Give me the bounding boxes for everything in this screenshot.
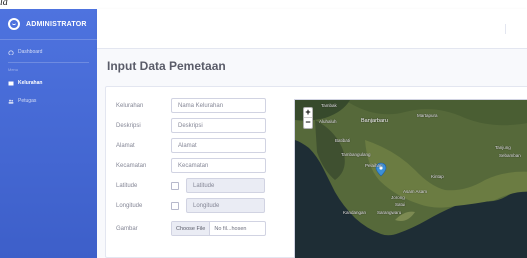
sidebar-item-kelurahan[interactable]: Kelurahan bbox=[0, 75, 97, 91]
zoom-control: + − bbox=[303, 107, 313, 129]
choose-file-button[interactable]: Choose File bbox=[172, 222, 211, 235]
kelurahan-input[interactable]: Nama Kelurahan bbox=[171, 98, 266, 113]
map-label-tambak: Tambak bbox=[321, 103, 337, 108]
map-label-pelaihari: Pelaihari bbox=[365, 163, 383, 168]
sidebar-brand[interactable]: ADMINISTRATOR bbox=[0, 9, 97, 40]
map-label-batibati: Batibati bbox=[335, 138, 351, 143]
map-label-aluhaluh: Aluhaluh bbox=[319, 119, 337, 124]
deskripsi-input[interactable]: Deskripsi bbox=[171, 118, 266, 133]
sidebar-item-label: Dashboard bbox=[18, 49, 43, 55]
form-row-kelurahan: Kelurahan Nama Kelurahan bbox=[116, 98, 266, 113]
sidebar-divider bbox=[8, 62, 89, 63]
map-label-kintap: Kintap bbox=[431, 174, 444, 179]
map-label-tanjung: Tanjung bbox=[495, 145, 511, 150]
map-label-sarangwaru: Sarangwaru bbox=[377, 210, 402, 215]
sidebar-item-label: Kelurahan bbox=[18, 80, 43, 86]
topbar bbox=[97, 9, 527, 49]
map-label-asamasam: Asam Asam bbox=[403, 189, 428, 194]
form-card: Kelurahan Nama Kelurahan Deskripsi Deskr… bbox=[105, 86, 527, 258]
sidebar-item-label: Petugas bbox=[18, 98, 37, 104]
form-row-alamat: Alamat Alamat bbox=[116, 138, 266, 153]
form-row-latitude: Latitude Latitude bbox=[116, 178, 266, 193]
map-label-banjarbaru: Banjarbaru bbox=[361, 118, 388, 124]
page-title: Input Data Pemetaan bbox=[107, 59, 226, 73]
alamat-input[interactable]: Alamat bbox=[171, 138, 266, 153]
map-label-kandangan: Kandangan bbox=[343, 210, 367, 215]
sidebar-heading: Menu bbox=[8, 67, 19, 72]
map-label-satui: Satui bbox=[395, 202, 406, 207]
form-row-gambar: Gambar Choose File No fil...hosen bbox=[116, 221, 266, 236]
kecamatan-input[interactable]: Kecamatan bbox=[171, 158, 266, 173]
longitude-input[interactable]: Longitude bbox=[186, 198, 265, 213]
form-row-kecamatan: Kecamatan Kecamatan bbox=[116, 158, 266, 173]
latitude-group: Latitude bbox=[171, 178, 266, 193]
smile-icon bbox=[8, 18, 20, 30]
latitude-checkbox[interactable] bbox=[171, 181, 179, 190]
longitude-group: Longitude bbox=[171, 198, 266, 213]
latitude-label: Latitude bbox=[116, 182, 138, 189]
kelurahan-label: Kelurahan bbox=[116, 102, 144, 109]
map-label-tambangulang: Tambangulang bbox=[341, 152, 371, 157]
map-view[interactable]: + − Tambak Martapura Aluhaluh Banjarbaru… bbox=[294, 99, 527, 258]
users-icon bbox=[8, 99, 14, 104]
sidebar-item-petugas[interactable]: Petugas bbox=[0, 93, 97, 109]
file-name-text: No fil...hosen bbox=[214, 225, 247, 232]
map-label-sebamban: Sebamban bbox=[499, 153, 521, 158]
main-content: Input Data Pemetaan Kelurahan Nama Kelur… bbox=[97, 49, 527, 258]
form-row-longitude: Longitude Longitude bbox=[116, 198, 266, 213]
map-label-martapura: Martapura bbox=[417, 113, 438, 118]
longitude-checkbox[interactable] bbox=[171, 201, 179, 210]
form-row-deskripsi: Deskripsi Deskripsi bbox=[116, 118, 266, 133]
dashboard-icon bbox=[8, 49, 14, 55]
deskripsi-label: Deskripsi bbox=[116, 122, 141, 129]
sidebar: ADMINISTRATOR Dashboard Menu Kelurahan P… bbox=[0, 9, 97, 258]
file-input[interactable]: Choose File No fil...hosen bbox=[171, 221, 266, 236]
topbar-divider bbox=[505, 24, 515, 34]
latitude-input[interactable]: Latitude bbox=[186, 178, 265, 193]
map-label-jorong: Jorong bbox=[391, 195, 405, 200]
sidebar-item-dashboard[interactable]: Dashboard bbox=[0, 44, 97, 60]
zoom-out-button[interactable]: − bbox=[304, 118, 312, 128]
top-strip: la bbox=[0, 0, 527, 9]
table-icon bbox=[8, 81, 14, 85]
brand-text: ADMINISTRATOR bbox=[26, 20, 87, 28]
kecamatan-label: Kecamatan bbox=[116, 162, 147, 169]
longitude-label: Longitude bbox=[116, 202, 143, 209]
corner-text: la bbox=[0, 0, 8, 8]
alamat-label: Alamat bbox=[116, 142, 135, 149]
gambar-label: Gambar bbox=[116, 225, 138, 232]
